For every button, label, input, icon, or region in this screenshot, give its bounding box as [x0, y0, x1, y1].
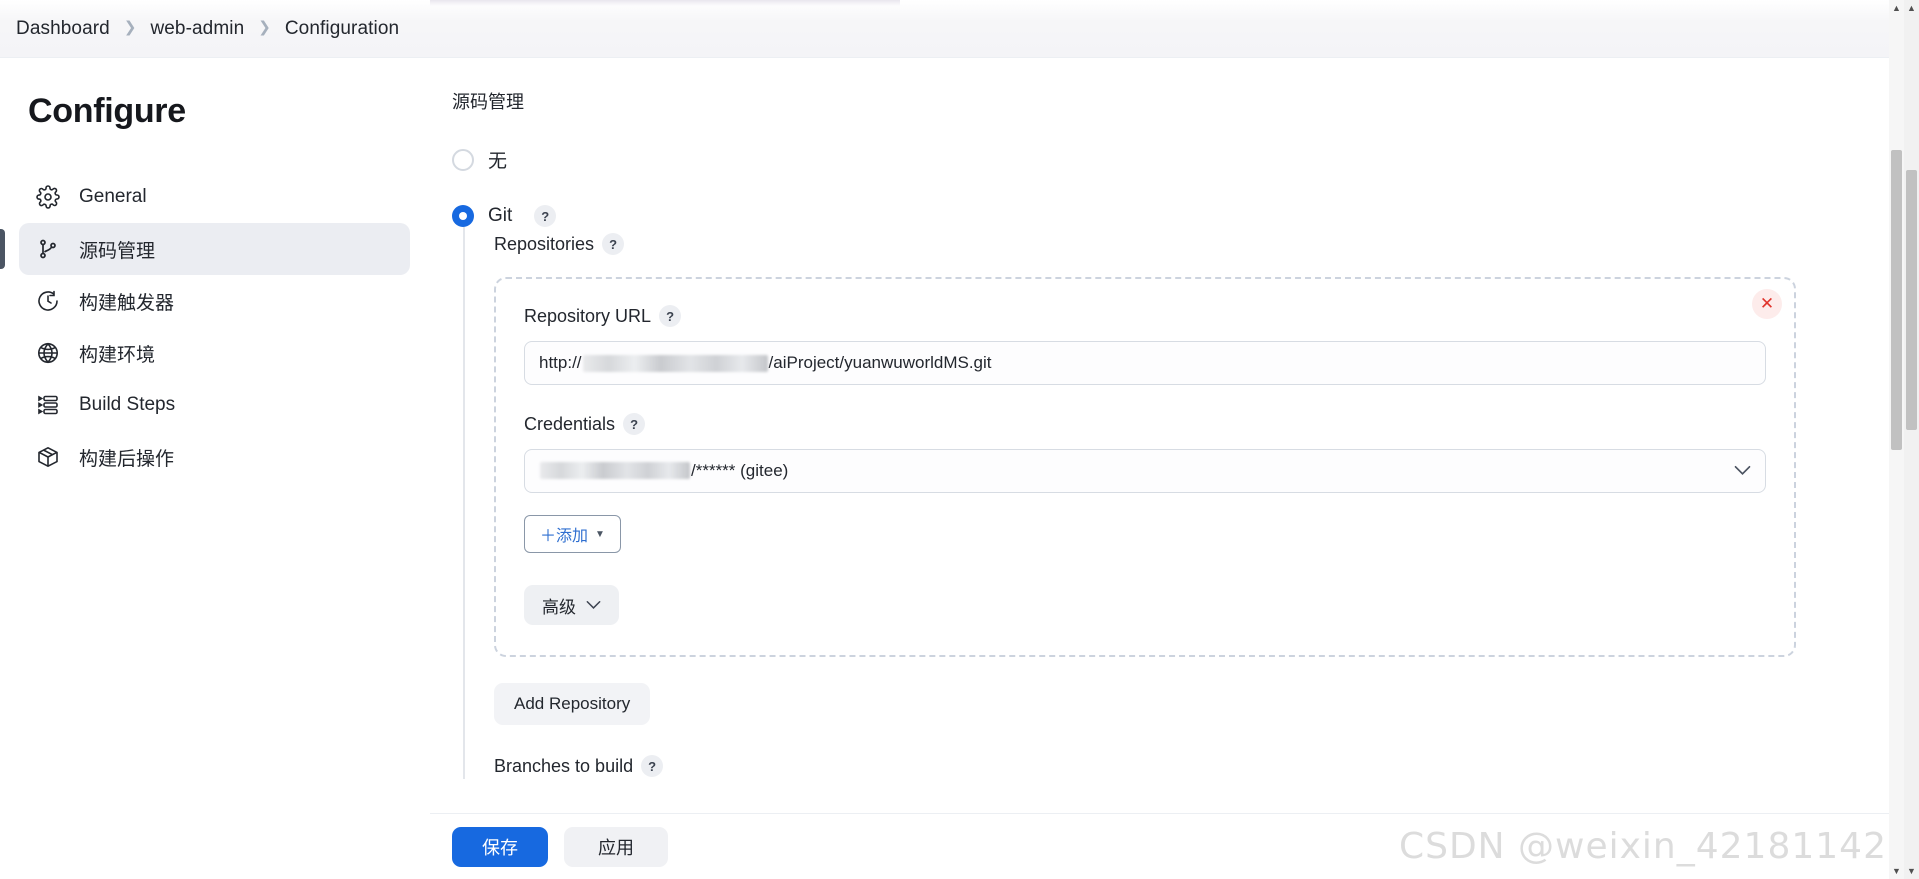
help-icon[interactable]: ? [659, 305, 682, 327]
help-icon[interactable]: ? [623, 413, 646, 435]
radio-git-label: Git [488, 205, 513, 226]
scroll-up-icon[interactable]: ▲ [1889, 0, 1904, 16]
sidebar-item-build-steps[interactable]: Build Steps [19, 379, 410, 431]
repositories-label: Repositories [494, 233, 595, 254]
branches-label-row: Branches to build ? [494, 755, 1904, 777]
chevron-down-icon [1734, 463, 1751, 480]
sidebar-item-label: General [79, 186, 147, 207]
action-bar: 保存 应用 [430, 813, 1904, 879]
package-icon [35, 444, 61, 470]
repository-url-label-row: Repository URL ? [524, 305, 1766, 327]
repository-url-input[interactable]: http:// /aiProject/yuanwuworldMS.git [524, 341, 1766, 385]
redacted-host [582, 354, 768, 372]
sidebar-item-general[interactable]: General [19, 171, 410, 223]
help-icon[interactable]: ? [641, 755, 664, 777]
inner-scrollbar[interactable]: ▲ ▼ [1889, 0, 1904, 879]
scm-option-git[interactable]: Git ? [452, 205, 1904, 227]
sidebar-item-build-environment[interactable]: 构建环境 [19, 327, 410, 379]
apply-button[interactable]: 应用 [564, 826, 668, 867]
add-credentials-label: ＋添加 [540, 528, 589, 545]
redacted-credential [540, 462, 690, 479]
advanced-label: 高级 [542, 597, 576, 617]
breadcrumb: Dashboard ❯ web-admin ❯ Configuration [0, 0, 1904, 58]
list-steps-icon [35, 392, 61, 418]
main-content: 源码管理 无 Git ? Repositories ? ✕ Repository… [430, 58, 1904, 879]
sidebar-item-label: 构建后操作 [79, 448, 175, 470]
help-icon[interactable]: ? [602, 233, 625, 255]
close-icon[interactable]: ✕ [1752, 289, 1782, 319]
radio-none[interactable] [452, 148, 474, 171]
sidebar-item-post-build-actions[interactable]: 构建后操作 [19, 431, 410, 483]
help-icon[interactable]: ? [534, 205, 557, 227]
jenkins-configure-page: Dashboard ❯ web-admin ❯ Configuration Co… [0, 0, 1919, 879]
radio-none-label: 无 [488, 151, 508, 172]
branches-to-build-label: Branches to build [494, 755, 634, 776]
scroll-down-icon[interactable]: ▼ [1889, 863, 1904, 879]
sidebar-item-build-triggers[interactable]: 构建触发器 [19, 275, 410, 327]
sidebar-item-label: 源码管理 [79, 240, 156, 262]
gear-icon [35, 184, 61, 210]
breadcrumb-item-dashboard[interactable]: Dashboard [16, 18, 110, 40]
breadcrumb-separator-icon: ❯ [258, 19, 271, 36]
repository-url-label: Repository URL [524, 305, 652, 326]
save-button[interactable]: 保存 [452, 826, 548, 867]
inner-scrollbar-thumb[interactable] [1891, 150, 1902, 450]
page-scrollbar-thumb[interactable] [1906, 170, 1917, 430]
breadcrumb-item-configuration[interactable]: Configuration [285, 18, 399, 40]
add-credentials-button[interactable]: ＋添加 ▼ [524, 515, 621, 553]
scroll-down-icon[interactable]: ▼ [1904, 863, 1919, 879]
repository-url-prefix: http:// [539, 353, 582, 372]
radio-git[interactable] [452, 205, 474, 227]
sidebar-item-label: Build Steps [79, 394, 176, 415]
add-repository-button[interactable]: Add Repository [494, 683, 651, 725]
sidebar-item-label: 构建环境 [79, 344, 156, 366]
breadcrumb-separator-icon: ❯ [123, 19, 137, 36]
chevron-down-icon [586, 598, 601, 613]
credentials-selected-value: /****** (gitee) [539, 461, 788, 481]
clock-icon [35, 288, 61, 314]
page-scrollbar[interactable]: ▲ ▼ [1904, 0, 1919, 879]
page-title: Configure [28, 92, 186, 130]
source-branch-icon [35, 236, 61, 262]
sidebar-nav: General 源码管理 构建触发器 构建环境 Build Steps 构建后操… [0, 171, 430, 483]
credentials-select[interactable]: /****** (gitee) [524, 449, 1766, 493]
sidebar-item-source-code-management[interactable]: 源码管理 [0, 223, 410, 275]
repository-card: ✕ Repository URL ? http:// /aiProject/yua… [494, 277, 1796, 657]
scm-section-title: 源码管理 [452, 92, 524, 112]
globe-icon [35, 340, 61, 366]
sidebar-item-label: 构建触发器 [79, 292, 175, 314]
git-settings-block: Repositories ? ✕ Repository URL ? http:/… [463, 227, 1904, 779]
caret-down-icon: ▼ [595, 528, 605, 540]
credentials-label-row: Credentials ? [524, 413, 1766, 435]
advanced-toggle-button[interactable]: 高级 [524, 585, 619, 625]
sidebar: Configure General 源码管理 构建触发器 构建环境 Build … [0, 58, 430, 879]
breadcrumb-item-web-admin[interactable]: web-admin [150, 18, 244, 40]
repository-url-suffix: /aiProject/yuanwuworldMS.git [768, 353, 992, 372]
repositories-label-row: Repositories ? [494, 233, 1904, 255]
scroll-up-icon[interactable]: ▲ [1904, 0, 1919, 16]
scm-option-none[interactable]: 无 [452, 146, 1904, 173]
credentials-label: Credentials [524, 413, 616, 434]
